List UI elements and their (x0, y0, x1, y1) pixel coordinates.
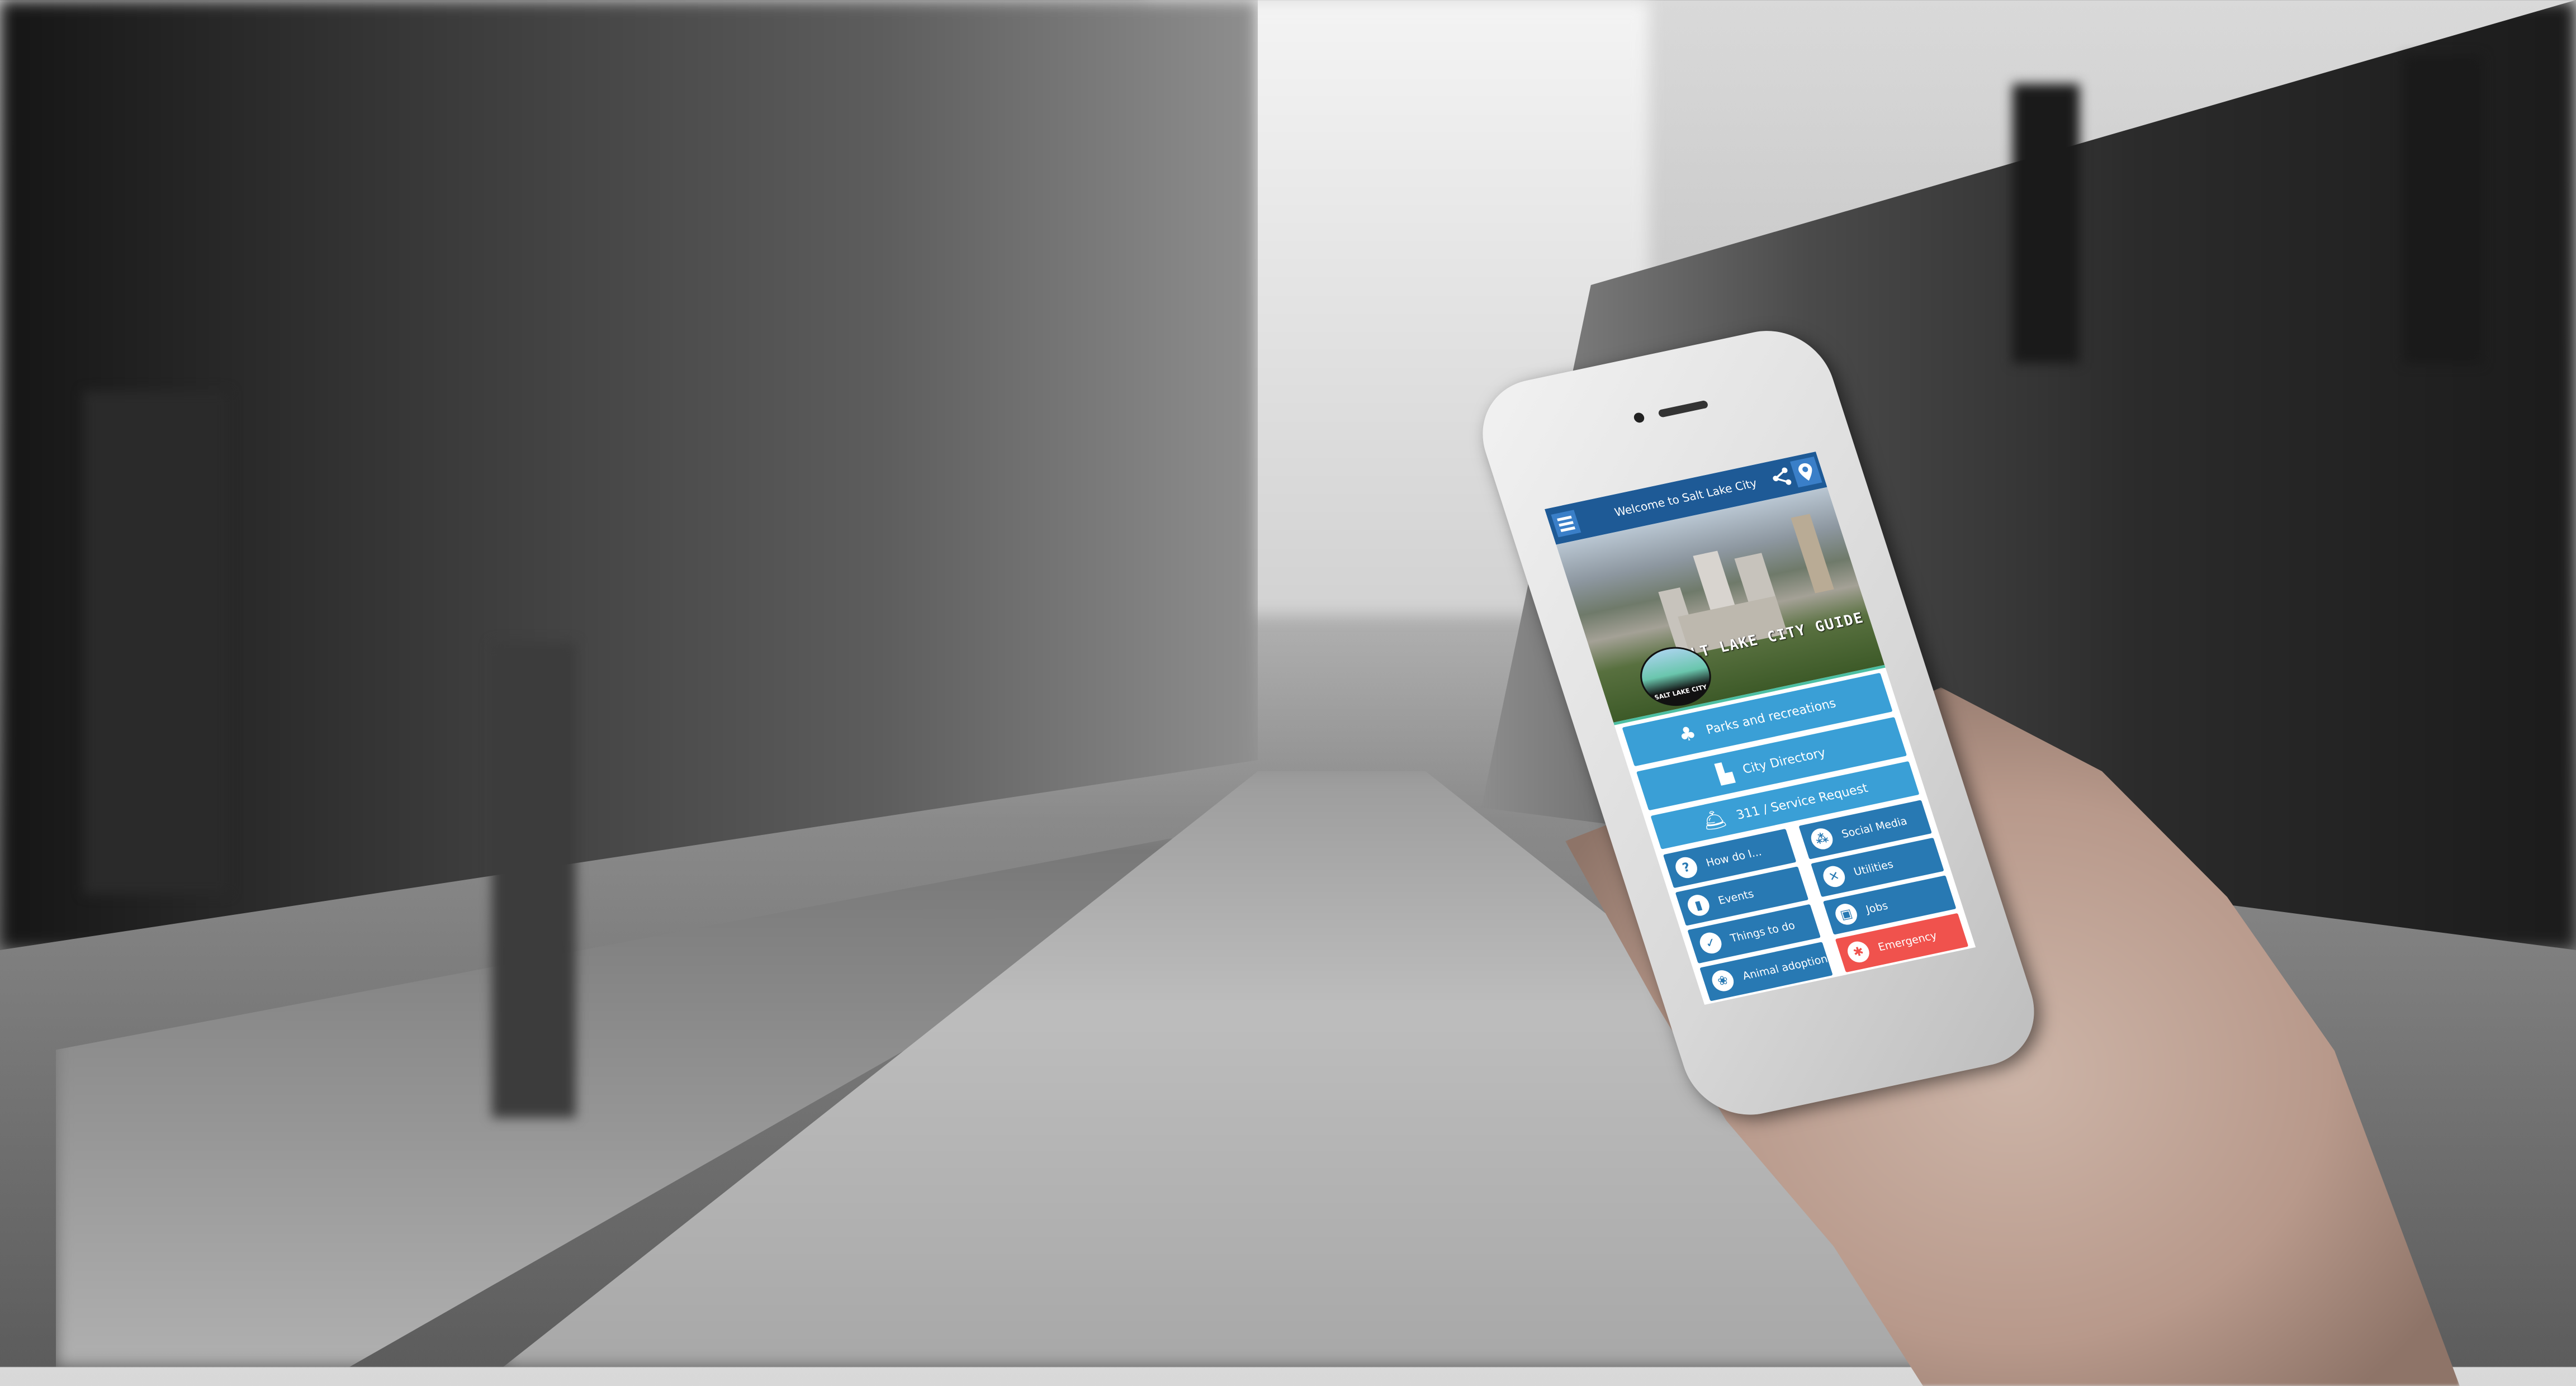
building-shape (1791, 514, 1834, 594)
button-label: Animal adoption (1741, 952, 1830, 982)
window-shape (2404, 56, 2482, 363)
tools-icon: ✕ (1820, 864, 1848, 889)
window-shape (2012, 84, 2080, 363)
button-label: Jobs (1864, 899, 1890, 916)
button-label: Utilities (1852, 858, 1895, 879)
button-label: City Directory (1741, 746, 1827, 777)
logo-text: SALT LAKE CITY (1654, 683, 1708, 701)
trees-icon: ♣ (1675, 722, 1699, 747)
service-bell-icon: 🛎 (1699, 806, 1730, 834)
network-icon: ⁂ (1808, 826, 1836, 852)
siren-icon: ✱ (1845, 939, 1872, 965)
button-label: Emergency (1876, 929, 1939, 954)
button-label: Social Media (1840, 815, 1909, 841)
pedestrian-silhouette (492, 643, 576, 1118)
button-label: Things to do (1729, 919, 1797, 945)
doorway-shape (84, 391, 229, 894)
briefcase-icon: ▣ (1832, 901, 1860, 927)
map-pin-icon[interactable] (1789, 456, 1822, 488)
checkmark-icon: ✓ (1697, 931, 1725, 956)
buildings-icon: ▙ (1714, 761, 1736, 786)
button-label: Events (1716, 887, 1756, 907)
ticket-icon: ▮ (1685, 893, 1712, 918)
paw-icon: ❀ (1709, 968, 1737, 994)
button-label: Parks and recreations (1704, 696, 1838, 737)
question-icon: ? (1673, 855, 1700, 880)
button-label: How do I... (1704, 846, 1763, 870)
